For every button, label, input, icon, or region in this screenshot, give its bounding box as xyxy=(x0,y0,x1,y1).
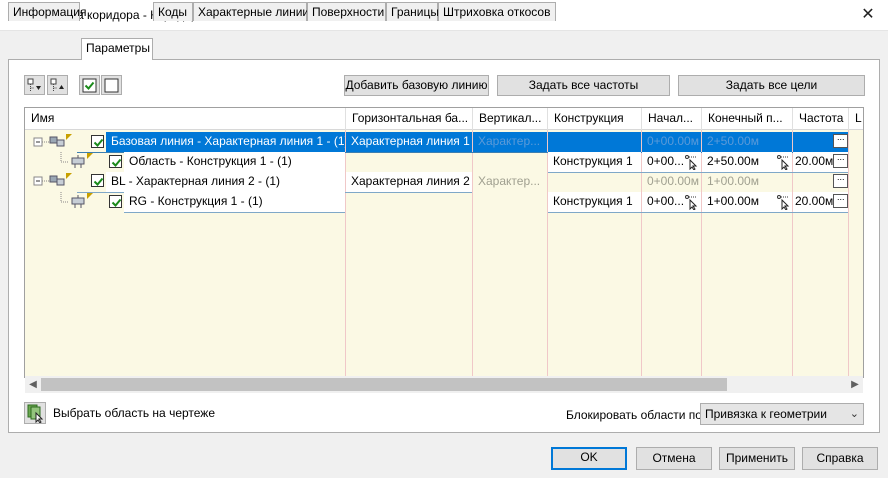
column-header-name[interactable]: Имя xyxy=(25,108,346,130)
pick-region-icon xyxy=(27,404,44,424)
pick-station-icon[interactable] xyxy=(684,154,698,170)
ok-button[interactable]: OK xyxy=(551,447,627,470)
tab-parameters[interactable]: Параметры xyxy=(81,38,153,60)
column-header-l[interactable]: L xyxy=(849,108,863,130)
chevron-down-icon: ⌄ xyxy=(849,408,859,420)
frequency-more-button[interactable]: ··· xyxy=(833,174,848,188)
check-icon xyxy=(111,198,122,207)
uncheck-all-button[interactable] xyxy=(101,75,122,95)
help-button[interactable]: Справка xyxy=(802,447,878,470)
pick-station-icon[interactable] xyxy=(684,194,698,210)
scroll-right-icon[interactable]: ▶ xyxy=(847,376,863,393)
tab-label: Коды xyxy=(158,5,188,19)
check-all-button[interactable] xyxy=(79,75,100,95)
scroll-left-icon[interactable]: ◀ xyxy=(25,376,41,393)
tree-collapse-icon[interactable] xyxy=(33,134,73,150)
check-icon xyxy=(93,177,104,186)
frequency-more-button[interactable]: ··· xyxy=(833,154,848,168)
uncheck-all-icon xyxy=(104,78,119,93)
column-header-frequency[interactable]: Частота xyxy=(793,108,849,130)
column-divider xyxy=(472,130,473,377)
row-horizontal-baseline[interactable]: Характерная линия 1 xyxy=(346,132,472,152)
row-vertical-baseline[interactable]: Характер... xyxy=(473,132,547,152)
column-header-assembly[interactable]: Конструкция xyxy=(548,108,642,130)
pick-region-button[interactable] xyxy=(24,402,46,424)
tab-label: Штриховка откосов xyxy=(443,5,551,19)
lock-regions-select[interactable]: Привязка к геометрии ⌄ xyxy=(700,403,864,425)
set-all-targets-button[interactable]: Задать все цели xyxy=(678,75,865,96)
row-horizontal-baseline[interactable]: Характерная линия 2 xyxy=(346,172,472,192)
pick-station-icon[interactable] xyxy=(776,154,790,170)
tab-label: Информация xyxy=(13,5,87,19)
pick-region-label: Выбрать область на чертеже xyxy=(53,406,216,420)
tab-boundaries[interactable]: Границы xyxy=(386,2,439,21)
tab-label: Поверхности xyxy=(312,5,385,19)
column-header-horizontal[interactable]: Горизонтальная ба... xyxy=(346,108,473,130)
tab-label: Параметры xyxy=(86,41,150,55)
pick-station-icon[interactable] xyxy=(776,194,790,210)
row-separator xyxy=(124,212,345,213)
row-vertical-baseline[interactable]: Характер... xyxy=(473,172,547,192)
check-icon xyxy=(111,158,122,167)
tab-codes[interactable]: Коды xyxy=(153,2,193,21)
grid-header: Имя Горизонтальная ба... Вертикал... Кон… xyxy=(25,108,863,130)
column-header-start[interactable]: Начал... xyxy=(642,108,702,130)
baseline-checkbox[interactable] xyxy=(91,174,104,187)
frequency-more-button[interactable]: ··· xyxy=(833,134,848,148)
lock-regions-label: Блокировать области по: xyxy=(566,408,706,422)
row-assembly[interactable]: Конструкция 1 xyxy=(548,152,641,172)
row-separator xyxy=(548,212,848,213)
check-all-icon xyxy=(82,78,97,93)
region-checkbox[interactable] xyxy=(109,155,122,168)
scrollbar-thumb[interactable] xyxy=(41,378,727,391)
row-start-station[interactable]: 0+00.00м xyxy=(642,132,701,152)
row-start-station[interactable]: 0+00.00м xyxy=(642,172,701,192)
row-name[interactable]: Базовая линия - Характерная линия 1 - (1… xyxy=(106,132,345,152)
expand-all-button[interactable] xyxy=(24,75,45,95)
column-divider xyxy=(848,130,849,377)
row-end-station[interactable]: 2+50.00м xyxy=(702,132,792,152)
add-baseline-button[interactable]: Добавить базовую линию xyxy=(344,75,489,96)
row-assembly[interactable]: Конструкция 1 xyxy=(548,192,641,212)
lock-regions-value: Привязка к геометрии xyxy=(705,407,827,421)
collapse-all-button[interactable] xyxy=(47,75,68,95)
tab-information[interactable]: Информация xyxy=(8,2,86,21)
region-icon xyxy=(60,192,93,208)
row-end-station[interactable]: 1+00.00м xyxy=(702,172,792,192)
set-all-frequencies-button[interactable]: Задать все частоты xyxy=(497,75,670,96)
tab-slope-patterns[interactable]: Штриховка откосов xyxy=(438,2,556,21)
baseline-checkbox[interactable] xyxy=(91,135,104,148)
tab-surfaces[interactable]: Поверхности xyxy=(307,2,386,21)
check-icon xyxy=(93,138,104,147)
region-checkbox[interactable] xyxy=(109,195,122,208)
frequency-more-button[interactable]: ··· xyxy=(833,194,848,208)
baselines-grid[interactable]: Имя Горизонтальная ба... Вертикал... Кон… xyxy=(24,107,864,378)
collapse-all-icon xyxy=(50,78,64,91)
column-header-end[interactable]: Конечный п... xyxy=(702,108,793,130)
column-header-vertical[interactable]: Вертикал... xyxy=(473,108,548,130)
region-icon xyxy=(60,152,93,168)
horizontal-scrollbar[interactable]: ◀ ▶ xyxy=(25,376,863,393)
row-name[interactable]: RG - Конструкция 1 - (1) xyxy=(124,192,345,212)
close-icon[interactable]: ✕ xyxy=(856,4,880,26)
apply-button[interactable]: Применить xyxy=(719,447,795,470)
cancel-button[interactable]: Отмена xyxy=(636,447,712,470)
tree-collapse-icon[interactable] xyxy=(33,173,73,189)
tab-label: Характерные линии xyxy=(198,5,310,19)
expand-all-icon xyxy=(27,78,41,91)
row-assembly[interactable] xyxy=(548,132,641,152)
row-name[interactable]: Область - Конструкция 1 - (1) xyxy=(124,152,345,172)
row-name[interactable]: BL - Характерная линия 2 - (1) xyxy=(106,172,345,192)
tab-feature-lines[interactable]: Характерные линии xyxy=(193,2,310,21)
tab-label: Границы xyxy=(391,5,439,19)
column-divider xyxy=(345,130,346,377)
